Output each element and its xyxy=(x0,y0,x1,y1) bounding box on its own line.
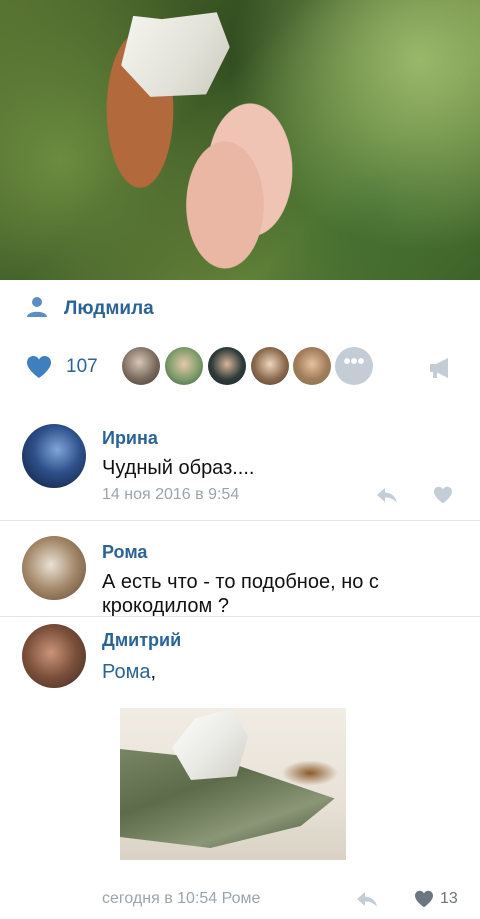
megaphone-icon[interactable] xyxy=(428,357,454,379)
reply-icon[interactable] xyxy=(376,486,398,504)
comment-timestamp: сегодня в 10:54 Роме xyxy=(102,890,261,907)
reply-icon[interactable] xyxy=(356,890,378,908)
comment-like-count[interactable]: 13 xyxy=(440,890,458,908)
liker-avatar[interactable] xyxy=(208,347,246,385)
comment-author[interactable]: Ирина xyxy=(102,428,158,449)
comment-text: Чудный образ.... xyxy=(102,457,255,479)
mask-figure xyxy=(112,0,239,110)
comment-author[interactable]: Рома xyxy=(102,542,147,563)
avatar[interactable] xyxy=(22,624,86,688)
comment: Ирина Чудный образ.... 14 ноя 2016 в 9:5… xyxy=(0,420,480,520)
avatar[interactable] xyxy=(22,424,86,488)
liker-avatar[interactable] xyxy=(251,347,289,385)
comment: Рома А есть что - то подобное, но с крок… xyxy=(0,536,480,617)
comment-text-suffix: , xyxy=(150,661,157,683)
liker-avatar[interactable] xyxy=(293,347,331,385)
heart-icon[interactable] xyxy=(433,486,453,504)
like-count[interactable]: 107 xyxy=(66,356,98,378)
divider xyxy=(0,520,480,521)
post-author[interactable]: Людмила xyxy=(0,290,480,330)
heart-icon[interactable] xyxy=(414,890,434,908)
author-name[interactable]: Людмила xyxy=(64,298,154,320)
comment-author[interactable]: Дмитрий xyxy=(102,630,181,651)
comment-attachment-image[interactable] xyxy=(120,708,346,860)
comment-text: А есть что - то подобное, но с крокодило… xyxy=(102,571,379,617)
divider xyxy=(0,616,480,617)
comment-text: Рома, xyxy=(102,660,442,684)
avatar[interactable] xyxy=(22,536,86,600)
liker-avatar[interactable] xyxy=(165,347,203,385)
mention-link[interactable]: Рома xyxy=(102,661,150,683)
comment-timestamp: 14 ноя 2016 в 9:54 xyxy=(102,486,240,503)
likes-row: 107 ••• xyxy=(0,345,480,389)
heart-icon[interactable] xyxy=(26,355,52,379)
liker-avatar[interactable] xyxy=(122,347,160,385)
more-icon: ••• xyxy=(343,351,365,373)
post-photo[interactable] xyxy=(0,0,480,280)
more-likers-button[interactable]: ••• xyxy=(335,347,373,385)
person-icon xyxy=(27,297,47,317)
